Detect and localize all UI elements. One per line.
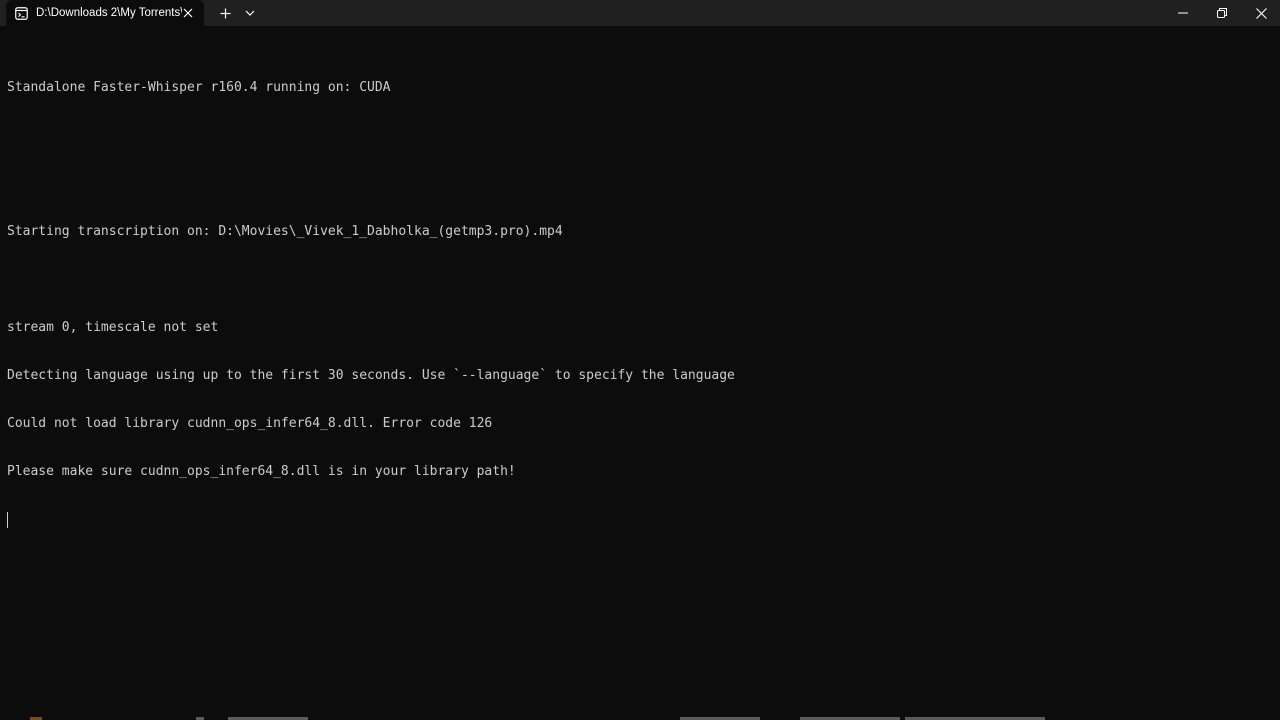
console-output[interactable]: Standalone Faster-Whisper r160.4 running… — [7, 48, 1267, 560]
console-line: Starting transcription on: D:\Movies\_Vi… — [7, 224, 563, 239]
plus-icon[interactable] — [215, 3, 235, 23]
close-icon[interactable] — [1242, 0, 1280, 26]
console-line: stream 0, timescale not set — [7, 320, 219, 335]
taskbar-edge — [0, 715, 1280, 720]
text-cursor — [7, 512, 8, 528]
console-line: Standalone Faster-Whisper r160.4 running… — [7, 80, 391, 95]
chevron-down-icon[interactable] — [240, 3, 260, 23]
console-line: Could not load library cudnn_ops_infer64… — [7, 416, 493, 431]
minimize-icon[interactable] — [1164, 0, 1202, 26]
terminal-window: D:\Downloads 2\My Torrents\ Standalone F… — [0, 0, 1280, 720]
title-bar: D:\Downloads 2\My Torrents\ — [0, 0, 1280, 26]
close-icon[interactable] — [180, 5, 196, 21]
tab-terminal[interactable]: D:\Downloads 2\My Torrents\ — [6, 0, 204, 26]
tab-title: D:\Downloads 2\My Torrents\ — [36, 7, 182, 19]
console-line: Detecting language using up to the first… — [7, 368, 735, 383]
console-line: Please make sure cudnn_ops_infer64_8.dll… — [7, 464, 516, 479]
terminal-icon — [15, 6, 28, 20]
restore-icon[interactable] — [1203, 0, 1241, 26]
